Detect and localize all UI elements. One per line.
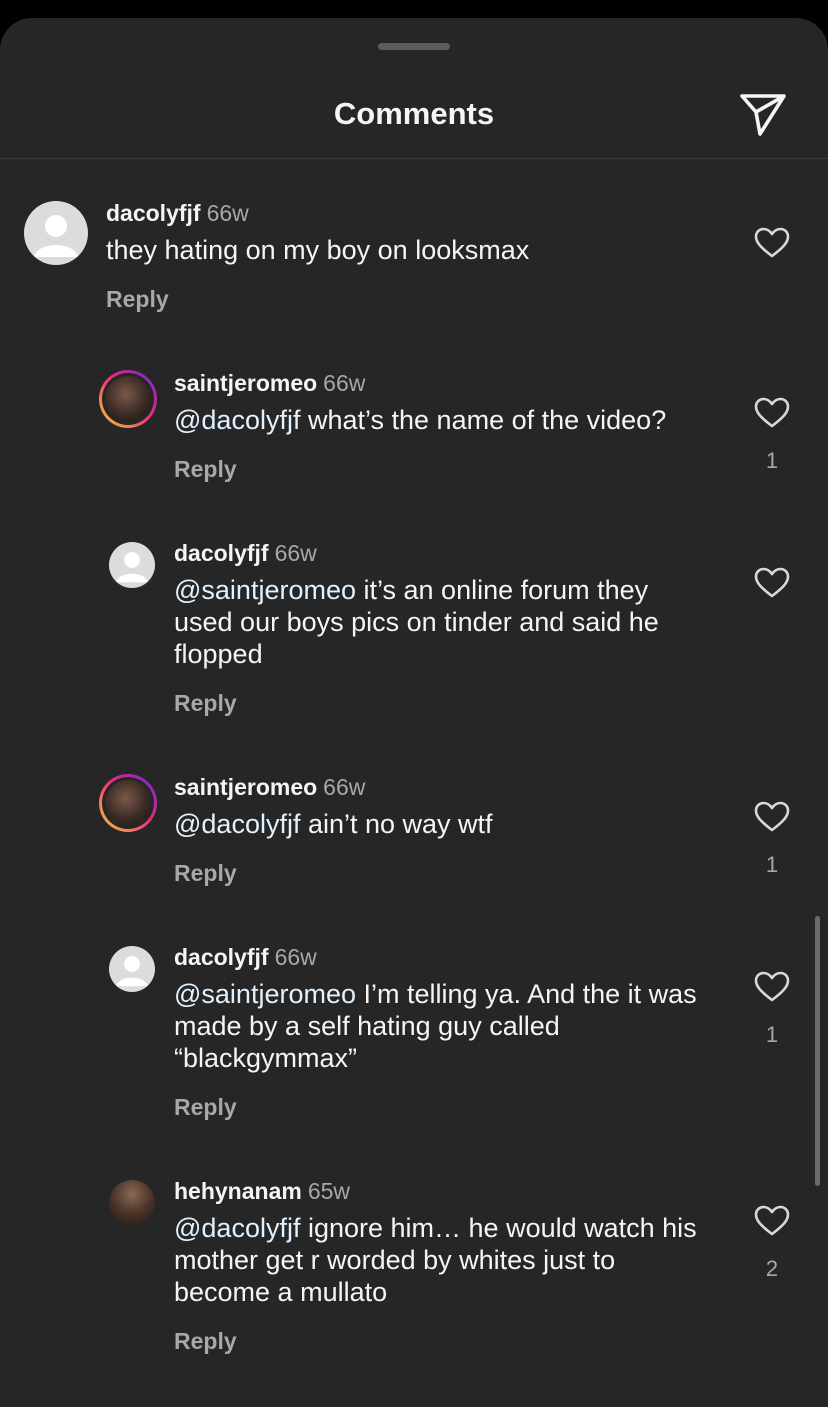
reply-button[interactable]: Reply	[174, 690, 237, 717]
comment-timestamp: 66w	[274, 540, 317, 566]
like-count[interactable]: 1	[754, 852, 790, 878]
comment-timestamp: 66w	[323, 370, 366, 396]
like-count[interactable]: 2	[754, 1256, 790, 1282]
like-count[interactable]: 1	[754, 448, 790, 474]
comments-sheet: Comments dacolyfjf 66w they hating on my …	[0, 18, 828, 1407]
mention-link[interactable]: @dacolyfjf	[174, 809, 300, 839]
photo-avatar[interactable]	[109, 1180, 155, 1226]
like-count[interactable]: 1	[754, 1022, 790, 1048]
comment-timestamp: 65w	[307, 1178, 351, 1204]
comment-text: @saintjeromeo it’s an online forum they …	[174, 574, 714, 670]
reply-button[interactable]: Reply	[106, 286, 169, 313]
default-avatar[interactable]	[109, 946, 155, 992]
comment-username[interactable]: saintjeromeo	[174, 370, 317, 396]
heart-icon[interactable]	[754, 397, 790, 429]
heart-icon[interactable]	[754, 801, 790, 833]
page-title: Comments	[333, 96, 495, 131]
comment-text: they hating on my boy on looksmax	[106, 234, 726, 266]
heart-icon[interactable]	[754, 227, 790, 259]
comment-body: what’s the name of the video?	[300, 405, 667, 435]
comment-body: they hating on my boy on looksmax	[106, 235, 530, 265]
comment-username[interactable]: dacolyfjf	[174, 540, 269, 566]
heart-icon[interactable]	[754, 567, 790, 599]
reply-button[interactable]: Reply	[174, 860, 237, 887]
comment-timestamp: 66w	[206, 200, 249, 226]
comment-body: ain’t no way wtf	[300, 809, 493, 839]
mention-link[interactable]: @saintjeromeo	[174, 979, 356, 1009]
comment-timestamp: 66w	[323, 774, 366, 800]
comment-text: @dacolyfjf ain’t no way wtf	[174, 808, 734, 840]
scrollbar[interactable]	[815, 916, 820, 1186]
comment-username[interactable]: hehynanam	[174, 1178, 302, 1204]
mention-link[interactable]: @dacolyfjf	[174, 405, 300, 435]
paper-plane-icon[interactable]	[738, 92, 788, 138]
comment-text: @saintjeromeo I’m telling ya. And the it…	[174, 978, 704, 1074]
default-avatar[interactable]	[24, 201, 88, 265]
comment-username[interactable]: saintjeromeo	[174, 774, 317, 800]
heart-icon[interactable]	[754, 1205, 790, 1237]
header-divider	[0, 158, 828, 159]
default-avatar[interactable]	[109, 542, 155, 588]
reply-button[interactable]: Reply	[174, 1328, 237, 1355]
story-ring-avatar[interactable]	[99, 370, 157, 428]
comment-username[interactable]: dacolyfjf	[174, 944, 269, 970]
drag-handle[interactable]	[378, 43, 450, 50]
reply-button[interactable]: Reply	[174, 1094, 237, 1121]
reply-button[interactable]: Reply	[174, 456, 237, 483]
story-ring-avatar[interactable]	[99, 774, 157, 832]
mention-link[interactable]: @saintjeromeo	[174, 575, 356, 605]
comment-timestamp: 66w	[274, 944, 317, 970]
comment-text: @dacolyfjf what’s the name of the video?	[174, 404, 734, 436]
mention-link[interactable]: @dacolyfjf	[174, 1213, 300, 1243]
comment-username[interactable]: dacolyfjf	[106, 200, 201, 226]
comment-text: @dacolyfjf ignore him… he would watch hi…	[174, 1212, 714, 1308]
heart-icon[interactable]	[754, 971, 790, 1003]
